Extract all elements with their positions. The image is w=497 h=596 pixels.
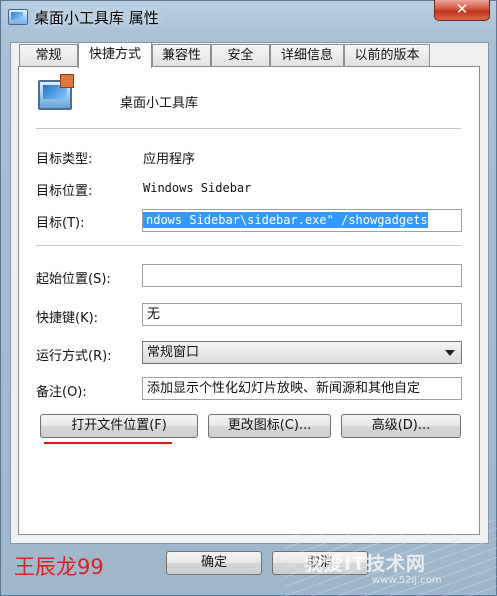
title-bar[interactable]: 桌面小工具库 属性 ✕ [0,0,497,34]
highlight-underline [44,442,172,444]
advanced-button[interactable]: 高级(D)... [341,414,461,438]
tab-security[interactable]: 安全 [211,44,270,66]
tab-details[interactable]: 详细信息 [270,44,344,66]
properties-window: 桌面小工具库 属性 ✕ 常规 快捷方式 兼容性 安全 详细信息 以前的版本 桌面… [0,0,497,596]
target-location-value: Windows Sidebar [143,181,252,195]
hotkey-input[interactable]: 无 [142,303,462,326]
separator [36,128,461,130]
comment-label: 备注(O): [36,385,87,400]
watermark-site-name: 我爱IT技术网 [304,553,427,575]
close-button[interactable]: ✕ [434,0,490,21]
change-icon-button[interactable]: 更改图标(C)... [208,414,331,438]
window-title: 桌面小工具库 属性 [34,9,159,27]
tab-compatibility[interactable]: 兼容性 [152,44,211,66]
tab-general[interactable]: 常规 [19,44,78,66]
start-in-input[interactable] [142,264,462,287]
hotkey-label: 快捷键(K): [36,311,99,326]
comment-input[interactable]: 添加显示个性化幻灯片放映、新闻源和其他自定 [142,377,462,400]
gadget-gallery-icon [38,74,74,110]
tab-previous-versions[interactable]: 以前的版本 [344,44,430,66]
target-location-label: 目标位置: [36,184,93,199]
shortcut-tab-sheet [18,66,480,535]
target-selected-text: ndows Sidebar\sidebar.exe" /showgadgets [143,212,428,228]
target-label: 目标(T): [36,216,85,231]
open-file-location-button[interactable]: 打开文件位置(F) [40,414,198,438]
chevron-down-icon [445,350,455,356]
target-type-value: 应用程序 [143,152,196,167]
target-input[interactable]: ndows Sidebar\sidebar.exe" /showgadgets [142,209,462,232]
tab-shortcut[interactable]: 快捷方式 [78,42,152,68]
shortcut-name: 桌面小工具库 [120,96,199,111]
run-mode-select[interactable]: 常规窗口 [142,341,462,364]
watermark-author: 王辰龙99 [14,555,104,579]
window-app-icon [8,9,28,25]
run-mode-selected: 常规窗口 [147,345,200,360]
target-type-label: 目标类型: [36,152,93,167]
ok-button[interactable]: 确定 [166,551,262,575]
run-label: 运行方式(R): [36,349,112,364]
start-in-label: 起始位置(S): [36,272,111,287]
separator [36,245,461,247]
watermark-site-url: www.52ij.com [372,575,442,586]
